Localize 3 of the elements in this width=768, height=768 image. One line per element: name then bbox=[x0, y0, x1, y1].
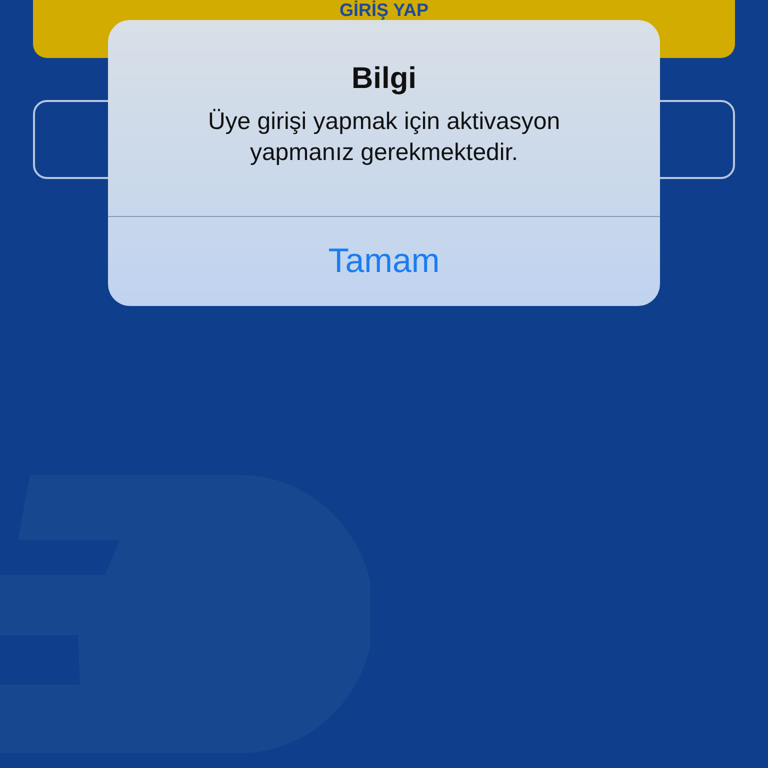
alert-title: Bilgi bbox=[352, 62, 416, 96]
alert-message: Üye girişi yapmak için aktivasyon yapmanız gerekmektedir. bbox=[206, 107, 562, 168]
ok-button[interactable]: Tamam bbox=[108, 217, 660, 306]
